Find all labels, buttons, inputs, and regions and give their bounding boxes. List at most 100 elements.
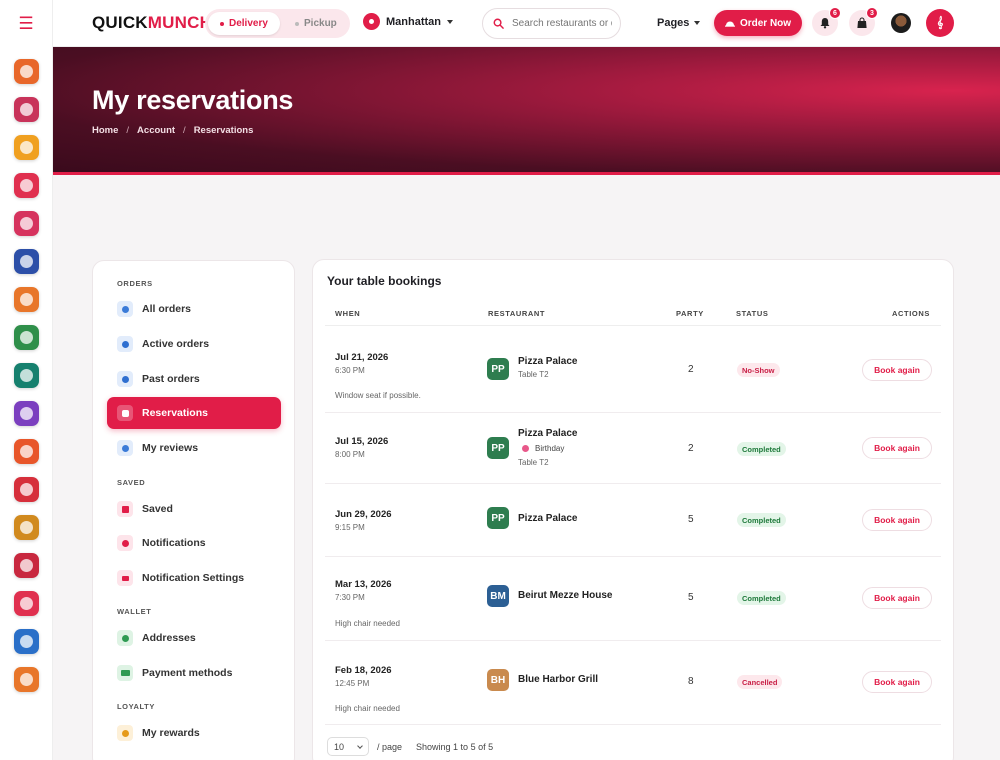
booking-date: Jun 29, 2026: [335, 509, 392, 520]
sidebar-item-label: Past orders: [142, 373, 200, 385]
chevron-down-icon: [694, 21, 701, 25]
booking-note: High chair needed: [335, 619, 400, 628]
sidebar-item-saved[interactable]: Saved: [107, 493, 281, 525]
sidebar-item-past-orders[interactable]: Past orders: [107, 363, 281, 395]
status-badge: Completed: [737, 513, 786, 527]
burger-icon[interactable]: [14, 401, 39, 426]
sidebar-item-label: Reservations: [142, 407, 208, 419]
table-row: Jul 15, 2026 8:00 PM PP Pizza Palace Bir…: [325, 413, 941, 484]
chef-menu-button[interactable]: 𝄞: [926, 9, 954, 37]
avatar[interactable]: [891, 13, 911, 33]
restaurant-name[interactable]: Pizza Palace: [518, 428, 577, 439]
sidebar-item-my-reviews[interactable]: My reviews: [107, 432, 281, 464]
sidebar-item-addresses[interactable]: Addresses: [107, 622, 281, 654]
shrimp-icon[interactable]: [14, 477, 39, 502]
pages-menu[interactable]: Pages: [657, 17, 701, 29]
book-again-button[interactable]: Book again: [862, 671, 932, 693]
sidebar-item-my-rewards[interactable]: My rewards: [107, 717, 281, 749]
pickup-label: Pickup: [304, 18, 337, 29]
party-size: 2: [688, 443, 694, 454]
category-rail: ☰: [0, 0, 53, 760]
salad-icon[interactable]: [14, 667, 39, 692]
cake-icon[interactable]: [14, 173, 39, 198]
breadcrumb-reservations: Reservations: [193, 125, 254, 136]
page-hero: My reservations Home / Account / Reserva…: [53, 47, 1000, 175]
party-size: 8: [688, 676, 694, 687]
restaurant-logo: PP: [487, 358, 509, 380]
drink-icon[interactable]: [14, 629, 39, 654]
dessert-icon[interactable]: [14, 591, 39, 616]
sidebar-item-label: Active orders: [142, 338, 210, 350]
book-again-button[interactable]: Book again: [862, 509, 932, 531]
book-again-button[interactable]: Book again: [862, 437, 932, 459]
status-badge: Completed: [737, 442, 786, 456]
section-wallet: WALLET: [117, 607, 152, 616]
sidebar-item-notifications[interactable]: Notifications: [107, 527, 281, 559]
pagination-summary: Showing 1 to 5 of 5: [416, 741, 494, 752]
booking-date: Jul 21, 2026: [335, 352, 389, 363]
ice-cream-icon[interactable]: [14, 515, 39, 540]
booking-time: 9:15 PM: [335, 523, 365, 532]
order-now-button[interactable]: Order Now: [714, 10, 802, 36]
sidebar-item-all-orders[interactable]: All orders: [107, 293, 281, 325]
column-status: STATUS: [736, 309, 769, 318]
cutlery-icon[interactable]: [14, 287, 39, 312]
party-size: 2: [688, 364, 694, 375]
sidebar-item-payment-methods[interactable]: Payment methods: [107, 657, 281, 689]
hamburger-menu-icon[interactable]: ☰: [17, 15, 35, 32]
notifications-button[interactable]: 6: [812, 7, 841, 36]
per-page-value: 10: [334, 741, 345, 752]
sidebar-item-label: All orders: [142, 303, 192, 315]
table-row: Jun 29, 2026 9:15 PM PP Pizza Palace 5 C…: [325, 484, 941, 557]
search-icon: [493, 18, 504, 29]
delivery-mode-button[interactable]: Delivery: [208, 12, 280, 35]
sidebar-item-label: My rewards: [142, 727, 200, 739]
breadcrumb-home[interactable]: Home: [92, 125, 118, 136]
pages-label: Pages: [657, 17, 690, 29]
sidebar-item-label: Addresses: [142, 632, 196, 644]
book-again-button[interactable]: Book again: [862, 587, 932, 609]
restaurant-name[interactable]: Blue Harbor Grill: [518, 674, 598, 685]
bookings-panel: Your table bookings WHEN RESTAURANT PART…: [312, 259, 954, 760]
party-size: 5: [688, 514, 694, 525]
restaurant-name[interactable]: Pizza Palace: [518, 513, 577, 524]
location-selector[interactable]: Manhattan: [363, 13, 453, 30]
plate-icon[interactable]: [14, 211, 39, 236]
sidebar-item-label: Payment methods: [142, 667, 233, 679]
booking-time: 8:00 PM: [335, 450, 365, 459]
active-dot-icon: [220, 21, 224, 26]
restaurant-name[interactable]: Pizza Palace: [518, 356, 577, 367]
table-number: Table T2: [518, 458, 549, 467]
breadcrumb-separator: /: [126, 125, 130, 136]
restaurant-name[interactable]: Beirut Mezze House: [518, 590, 612, 601]
sidebar-item-notification-settings[interactable]: Notification Settings: [107, 562, 281, 594]
croissant-icon[interactable]: [14, 59, 39, 84]
table-header: WHEN RESTAURANT PARTY STATUS ACTIONS: [325, 300, 941, 326]
table-number: Table T2: [518, 370, 549, 379]
book-again-button[interactable]: Book again: [862, 359, 932, 381]
cart-count-badge: 3: [866, 7, 878, 19]
pickup-mode-button[interactable]: Pickup: [283, 12, 349, 35]
per-page-select[interactable]: 10: [327, 737, 369, 756]
sidebar-item-reservations[interactable]: Reservations: [107, 397, 281, 429]
booking-note: Window seat if possible.: [335, 391, 421, 400]
table-row: Mar 13, 2026 7:30 PM High chair needed B…: [325, 557, 941, 641]
donut-icon[interactable]: [14, 97, 39, 122]
sandwich-icon[interactable]: [14, 363, 39, 388]
column-actions: ACTIONS: [892, 309, 930, 318]
cart-button[interactable]: 3: [849, 7, 878, 36]
reward-star-icon: [117, 725, 133, 741]
location-pin-icon: [363, 13, 380, 30]
menu-icon[interactable]: [14, 553, 39, 578]
wine-icon[interactable]: [14, 249, 39, 274]
search-input[interactable]: [512, 18, 612, 29]
steak-icon[interactable]: [14, 439, 39, 464]
search-box: [482, 8, 621, 39]
pizza-icon[interactable]: [14, 325, 39, 350]
sushi-icon[interactable]: [14, 135, 39, 160]
breadcrumb-account[interactable]: Account: [137, 125, 175, 136]
sidebar-item-active-orders[interactable]: Active orders: [107, 328, 281, 360]
booking-note: High chair needed: [335, 704, 400, 713]
sidebar-item-label: Notifications: [142, 537, 206, 549]
brand-logo[interactable]: QUICKMUNCH.: [92, 13, 217, 33]
